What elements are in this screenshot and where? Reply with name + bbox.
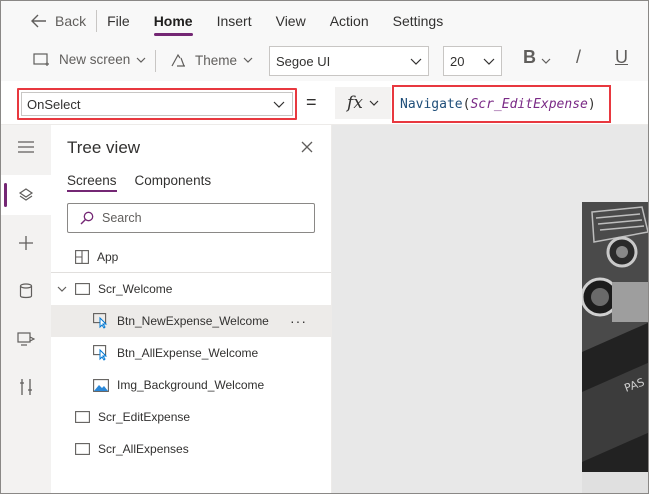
italic-label: / [576,47,582,67]
media-button[interactable] [1,319,51,359]
image-control-icon [93,378,109,392]
screen-icon [75,443,90,455]
font-family-select[interactable]: Segoe UI [269,46,429,76]
search-icon [80,211,94,225]
button-control-icon [93,313,108,329]
media-icon [17,332,35,346]
search-input[interactable]: Search [67,203,315,233]
tree-node-scr-editexpense[interactable]: Scr_EditExpense [51,401,331,433]
property-dropdown[interactable]: OnSelect [17,88,297,120]
tab-screens[interactable]: Screens [67,173,117,192]
camera-photo-illustration: PAS [582,202,648,493]
tree-node-scr-welcome[interactable]: Scr_Welcome [51,273,331,305]
menu-view[interactable]: View [276,3,306,39]
chevron-down-icon [410,58,422,65]
tree-node-label: Scr_AllExpenses [98,442,189,456]
design-canvas[interactable]: PAS [332,125,648,493]
formula-open-paren: ( [462,96,471,112]
tree-node-label: Img_Background_Welcome [117,378,265,392]
menu-home[interactable]: Home [153,3,193,39]
theme-label: Theme [195,52,238,68]
chevron-down-icon [136,57,146,63]
underline-label: U [615,47,628,67]
arrow-left-icon [31,14,46,28]
chevron-down-icon [243,57,253,63]
tree-node-label: Scr_Welcome [98,282,173,296]
advanced-tools-button[interactable] [1,367,51,407]
tree-tabs: Screens Components [67,173,229,192]
formula-function: Navigate [400,96,463,112]
app-window: Back File Home Insert View Action Settin… [0,0,649,494]
menu-insert[interactable]: Insert [217,3,252,39]
left-rail [1,125,51,493]
italic-button[interactable]: / [576,47,581,68]
app-icon [75,250,89,264]
screen-icon [75,283,90,295]
background-image: PAS [582,202,648,493]
screen-icon [75,411,90,423]
tree-node-btn-newexpense[interactable]: Btn_NewExpense_Welcome ··· [51,305,331,337]
font-size-value: 20 [450,53,465,69]
menu-bar: Back File Home Insert View Action Settin… [1,1,648,41]
chevron-down-icon[interactable] [57,286,67,292]
hamburger-icon [18,141,34,153]
insert-button[interactable] [1,223,51,263]
search-placeholder: Search [102,211,142,225]
more-options-button[interactable]: ··· [290,313,307,329]
tree-view-title: Tree view [67,138,141,157]
close-button[interactable] [301,141,313,156]
formula-argument: Scr_EditExpense [470,96,588,112]
tree-view-pane: Tree view Screens Components Search App … [51,125,332,493]
formula-bar: OnSelect = fx Navigate(Scr_EditExpense) [1,81,648,125]
button-control-icon [93,345,108,361]
database-icon [19,283,33,299]
menu-file[interactable]: File [107,3,130,39]
tree-node-btn-allexpense[interactable]: Btn_AllExpense_Welcome [51,337,331,369]
tree-node-label: Btn_NewExpense_Welcome [117,314,269,328]
close-icon [301,141,313,153]
formula-input[interactable]: Navigate(Scr_EditExpense) [392,85,611,123]
toolbar-separator [155,50,156,72]
ribbon-toolbar: New screen Theme Segoe UI 20 B / U [1,41,648,81]
back-label: Back [55,13,87,29]
plus-icon [19,236,33,250]
new-screen-icon [33,52,49,66]
layers-icon [18,188,34,201]
theme-icon [171,53,185,67]
menu-settings[interactable]: Settings [393,3,444,39]
property-value: OnSelect [27,96,81,112]
theme-button[interactable]: Theme [169,52,253,68]
menu-action[interactable]: Action [330,3,369,39]
new-screen-button[interactable]: New screen [33,52,146,67]
chevron-down-icon [369,100,379,106]
tree-node-label: Btn_AllExpense_Welcome [117,346,259,360]
underline-button[interactable]: U [615,47,628,68]
font-size-select[interactable]: 20 [443,46,502,76]
chevron-down-icon[interactable] [541,58,551,64]
tree-view-button[interactable] [1,175,51,215]
tab-components[interactable]: Components [135,173,212,192]
tools-icon [20,379,32,395]
bold-label: B [523,47,536,67]
tree-node-label: App [97,250,119,264]
menu-separator [96,10,98,32]
new-screen-label: New screen [59,52,131,67]
formula-close-paren: ) [587,96,596,112]
tree-node-app[interactable]: App [51,241,331,273]
fx-icon: fx [347,93,363,113]
function-button[interactable]: fx [335,87,391,119]
equals-sign: = [306,92,317,112]
chevron-down-icon [273,101,285,108]
data-button[interactable] [1,271,51,311]
tree-node-scr-allexpenses[interactable]: Scr_AllExpenses [51,433,331,465]
tree-node-img-background[interactable]: Img_Background_Welcome [51,369,331,401]
hamburger-menu-button[interactable] [1,127,51,167]
chevron-down-icon [483,58,495,65]
tree-node-label: Scr_EditExpense [98,410,191,424]
bold-button[interactable]: B [523,47,536,68]
back-button[interactable]: Back [31,13,86,29]
font-family-value: Segoe UI [276,53,331,69]
